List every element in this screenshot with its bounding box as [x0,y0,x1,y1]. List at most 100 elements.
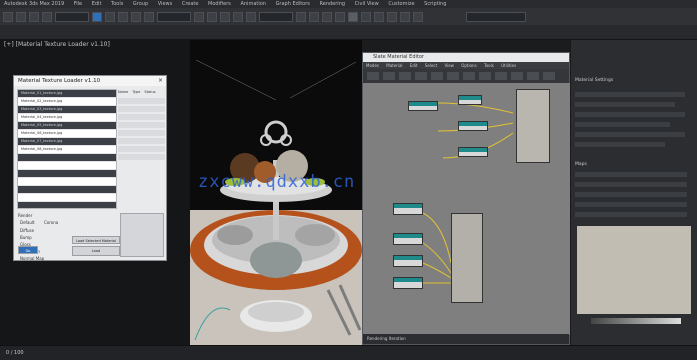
menu-item-group[interactable]: Group [133,0,148,8]
material-node[interactable] [451,213,483,303]
slate-menu-material[interactable]: Material [386,63,402,68]
timeline[interactable]: 0 / 100 [0,345,697,360]
list-item[interactable]: Material_06_texture.jpg [18,130,116,138]
material-editor-icon[interactable] [361,11,371,22]
column-cell[interactable] [118,130,165,136]
slate-menu-utilities[interactable]: Utilities [501,63,516,68]
slate-tool-icon[interactable] [543,72,555,80]
column-cell[interactable] [118,138,165,144]
texture-preview-node[interactable] [516,89,550,163]
column-cell[interactable] [118,98,165,104]
node-view[interactable] [363,83,571,335]
slate-tool-icon[interactable] [415,72,427,80]
select-object-icon[interactable] [92,11,102,22]
slate-title[interactable]: Slate Material Editor [363,53,569,62]
slate-tool-icon[interactable] [367,72,379,80]
slate-menu-edit[interactable]: Edit [410,63,418,68]
list-item[interactable]: Material_08_texture.jpg [18,146,116,154]
map-node[interactable] [393,277,423,289]
menu-item-create[interactable]: Create [182,0,199,8]
map-node[interactable] [458,95,482,105]
column-cell[interactable] [118,154,165,160]
dialog-title[interactable]: Material Texture Loader v1.10 [14,76,166,86]
close-icon[interactable]: × [158,77,163,84]
radio-default[interactable]: Default [20,220,35,225]
slate-tool-icon[interactable] [399,72,411,80]
render-icon[interactable] [400,11,410,22]
column-cell[interactable] [118,106,165,112]
list-item[interactable] [18,186,116,194]
list-item[interactable] [18,170,116,178]
slate-tool-icon[interactable] [447,72,459,80]
map-node[interactable] [393,255,423,267]
map-node[interactable] [393,203,423,215]
menu-item-civil-view[interactable]: Civil View [355,0,379,8]
map-node[interactable] [408,101,438,111]
slate-menu-tools[interactable]: Tools [484,63,494,68]
percent-snap-icon[interactable] [233,11,243,22]
column-header[interactable]: Status [144,89,155,96]
slate-tool-icon[interactable] [383,72,395,80]
column-header[interactable]: Type [132,89,140,96]
setting-row[interactable] [575,122,670,127]
align-icon[interactable] [309,11,319,22]
menu-item-views[interactable]: Views [158,0,172,8]
map-slot-row[interactable] [575,212,687,217]
render-setup-icon[interactable] [374,11,384,22]
teapot-icon[interactable] [413,11,423,22]
list-item[interactable] [18,178,116,186]
slate-tool-icon[interactable] [511,72,523,80]
angle-snap-icon[interactable] [220,11,230,22]
slate-tool-icon[interactable] [479,72,491,80]
column-cell[interactable] [118,122,165,128]
slate-menu-options[interactable]: Options [461,63,476,68]
redo-icon[interactable] [16,11,26,22]
menu-item-tools[interactable]: Tools [111,0,123,8]
radio-corona[interactable]: Corona [44,220,58,225]
reference-coord-dropdown[interactable] [157,11,191,22]
layer-icon[interactable] [322,11,332,22]
map-slot-row[interactable] [575,202,687,207]
setting-row[interactable] [575,102,675,107]
list-item[interactable]: Material_04_texture.jpg [18,114,116,122]
gradient-bar[interactable] [591,318,681,324]
map-node[interactable] [458,147,488,157]
menu-item-file[interactable]: File [74,0,82,8]
slate-menu-modes[interactable]: Modes [366,63,379,68]
map-slot-row[interactable] [575,192,687,197]
menu-item-modifiers[interactable]: Modifiers [208,0,231,8]
map-slot-row[interactable] [575,172,687,177]
setting-row[interactable] [575,132,685,137]
render-viewport[interactable] [190,40,362,345]
list-item[interactable]: Material_07_texture.jpg [18,138,116,146]
named-selection-dropdown[interactable] [259,11,293,22]
setting-row[interactable] [575,142,665,147]
slate-tool-icon[interactable] [463,72,475,80]
slate-menu-view[interactable]: View [444,63,454,68]
list-item[interactable] [18,202,116,208]
list-item[interactable]: Material_05_texture.jpg [18,122,116,130]
move-icon[interactable] [118,11,128,22]
map-node[interactable] [393,233,423,245]
list-item[interactable] [18,162,116,170]
render-frame-icon[interactable] [387,11,397,22]
menu-item-graph-editors[interactable]: Graph Editors [276,0,310,8]
rotate-icon[interactable] [131,11,141,22]
column-header[interactable]: Name [118,89,128,96]
load-button[interactable]: Load [72,246,120,256]
list-item[interactable] [18,154,116,162]
scale-icon[interactable] [144,11,154,22]
viewport-label[interactable]: [+] [Material Texture Loader v1.10] [4,41,110,48]
selection-filter-dropdown[interactable] [55,11,89,22]
snap-icon[interactable] [207,11,217,22]
go-button[interactable]: Go [18,246,38,254]
menu-item-rendering[interactable]: Rendering [320,0,346,8]
slate-tool-icon[interactable] [527,72,539,80]
spinner-snap-icon[interactable] [246,11,256,22]
list-item[interactable]: Material_03_texture.jpg [18,106,116,114]
pivot-icon[interactable] [194,11,204,22]
undo-icon[interactable] [3,11,13,22]
slate-tool-icon[interactable] [495,72,507,80]
select-by-name-icon[interactable] [105,11,115,22]
unlink-icon[interactable] [42,11,52,22]
